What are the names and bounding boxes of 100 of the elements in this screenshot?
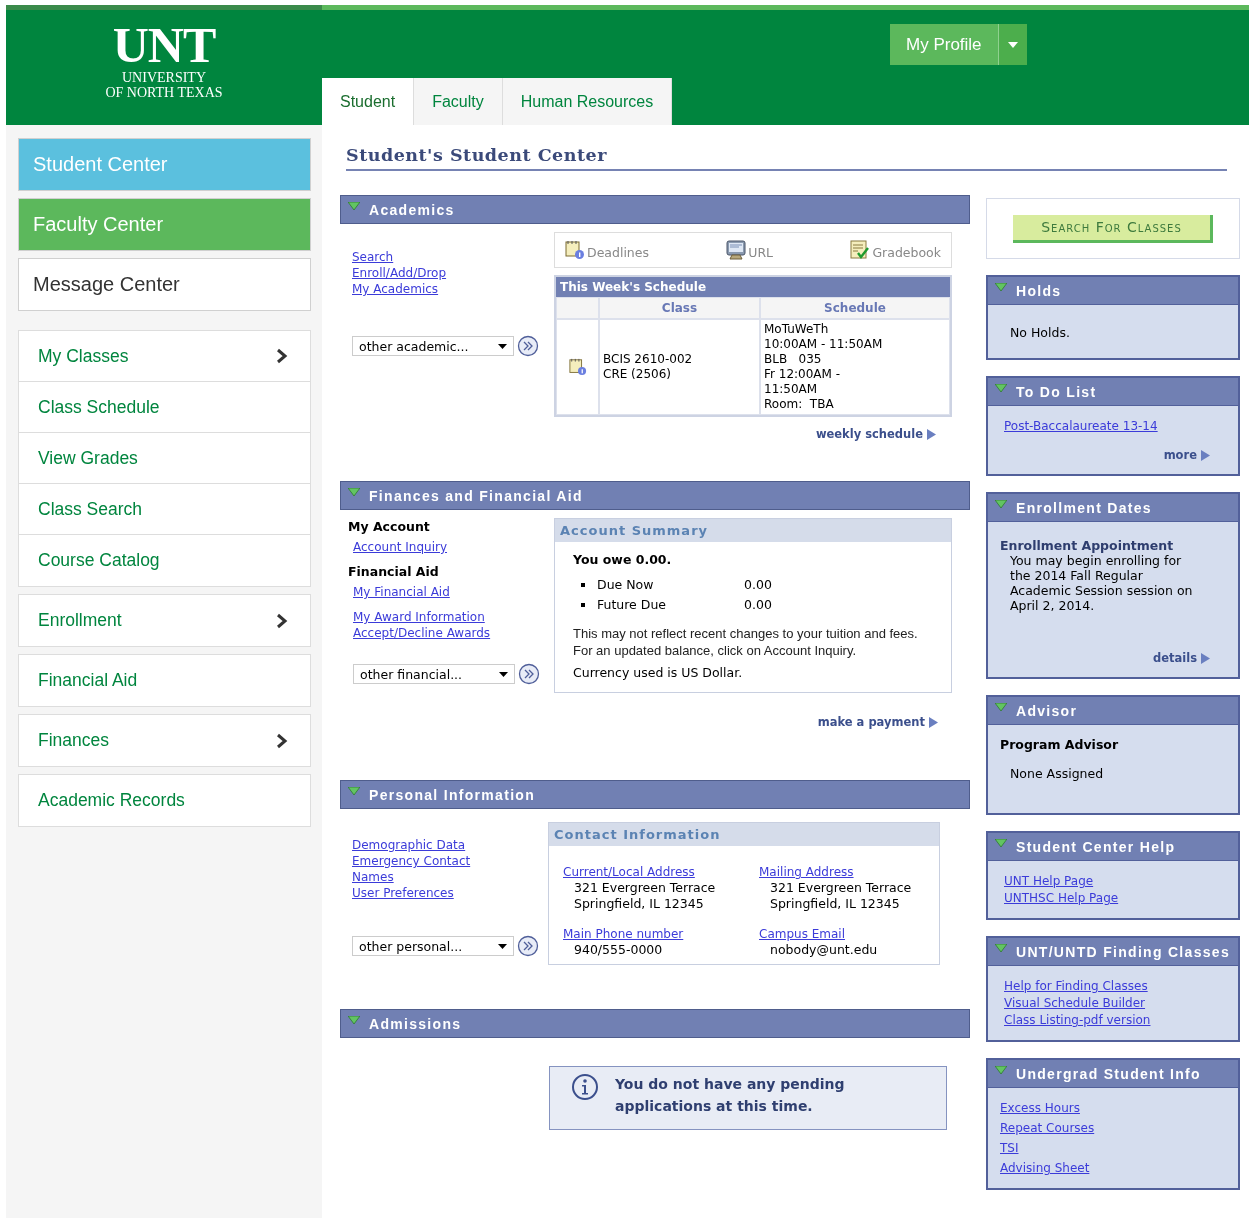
link[interactable]: My Academics [352,281,439,297]
link[interactable]: Demographic Data [352,837,466,853]
more-link[interactable]: more [1163,448,1210,462]
play-arrow-icon [1201,652,1210,664]
column-header: Class [599,297,760,319]
link[interactable]: Class Listing-pdf version [1004,1012,1151,1028]
collapse-triangle-icon[interactable] [995,1066,1007,1075]
link[interactable]: UNTHSC Help Page [1004,890,1119,906]
link[interactable]: My Award Information [353,609,485,625]
link[interactable]: Advising Sheet [1000,1160,1090,1176]
tool-link[interactable]: URL [726,240,774,260]
center-button[interactable]: Message Center [18,258,311,311]
dropdown[interactable]: other academic... [352,336,514,356]
link[interactable]: Repeat Courses [1000,1120,1095,1136]
more-link[interactable]: details [1152,651,1210,665]
tab[interactable]: Student [322,78,415,125]
monitor-icon [726,240,747,260]
contact-value: 321 Evergreen Terrace [573,880,717,896]
go-icon[interactable] [518,663,540,685]
link[interactable]: Help for Finding Classes [1004,978,1148,994]
link[interactable]: Enroll/Add/Drop [352,265,447,281]
panel-title: Contact Information [549,823,939,846]
section-title: Academics [369,201,455,218]
dropdown[interactable]: other personal... [352,936,514,956]
tab[interactable]: Human Resources [502,78,673,125]
collapse-triangle-icon[interactable] [348,488,360,497]
column-header: Schedule [760,297,950,319]
contact-value: 321 Evergreen Terrace [769,880,913,896]
contact-value: 940/555-0000 [573,942,664,958]
pagelet-title: Enrollment Dates [1016,499,1152,516]
tool-link[interactable]: Gradebook [850,240,941,260]
tab[interactable]: Faculty [414,78,503,125]
link[interactable]: Names [352,869,394,885]
link[interactable]: TSI [1000,1140,1019,1156]
contact-value: Springfield, IL 12345 [573,896,705,912]
contact-value: Springfield, IL 12345 [769,896,901,912]
collapse-triangle-icon[interactable] [995,384,1007,393]
profile-menu-button[interactable] [997,24,1027,65]
play-arrow-icon [929,716,938,728]
link[interactable]: Mailing Address [759,864,854,880]
link[interactable]: User Preferences [352,885,454,901]
more-link[interactable]: weekly schedule [815,427,936,441]
pagelet-title: UNT/UNTD Finding Classes [1016,943,1230,960]
pagelet-title: Advisor [1016,702,1078,719]
more-link[interactable]: make a payment [817,715,938,729]
link[interactable]: Emergency Contact [352,853,471,869]
dropdown[interactable]: other financial... [353,664,515,684]
due-amount: 0.00 [744,596,772,614]
dropdown-caret-icon [498,943,507,949]
pagelet-text: You may begin enrolling for the 2014 Fall Regular Academic Session session on April 2, 2014. [1009,553,1194,613]
collapse-triangle-icon[interactable] [995,839,1007,848]
link[interactable]: Accept/Decline Awards [353,625,491,641]
pagelet-heading: Enrollment Appointment [1000,538,1175,553]
caret-icon [1007,41,1018,48]
link[interactable]: Account Inquiry [353,539,447,555]
section-title: Personal Information [369,786,536,803]
collapse-triangle-icon[interactable] [348,202,360,211]
section-title: Finances and Financial Aid [369,487,583,504]
link[interactable]: Search [352,249,394,265]
link[interactable]: Visual Schedule Builder [1004,995,1146,1011]
currency-text: Currency used is US Dollar. [573,665,744,680]
tool-link[interactable]: Deadlines [565,240,649,260]
link[interactable]: Current/Local Address [563,864,695,880]
table-cell: MoTuWeTh 10:00AM - 11:50AM BLB 035 Fr 12:00AM - 11:50AM Room: TBA [760,319,950,415]
group-heading: My Account [348,519,431,534]
collapse-triangle-icon[interactable] [995,283,1007,292]
table-title: This Week's Schedule [556,277,950,297]
calendar-info-icon [565,240,585,260]
collapse-triangle-icon[interactable] [995,703,1007,712]
pagelet-text: None Assigned [1009,766,1105,781]
due-label: Due Now [597,576,655,594]
go-icon[interactable] [517,935,539,957]
pagelet-text: No Holds. [1009,324,1071,342]
link[interactable]: Main Phone number [563,926,684,942]
pagelet-title: To Do List [1016,383,1097,400]
link[interactable]: Campus Email [759,926,845,942]
contact-value: nobody@unt.edu [769,942,879,958]
info-icon [571,1073,599,1101]
calendar-info-icon [568,358,587,376]
pagelet-title: Undergrad Student Info [1016,1065,1201,1082]
panel-title: Account Summary [555,519,951,542]
play-arrow-icon [927,428,936,440]
link[interactable]: UNT Help Page [1004,873,1094,889]
balance-text: You owe 0.00. [573,552,673,567]
checklist-icon [850,240,871,260]
info-message: You do not have any pending applications at this time. [615,1075,846,1116]
search-classes-button[interactable]: Search For Classes [1013,214,1213,243]
collapse-triangle-icon[interactable] [995,500,1007,509]
dropdown-caret-icon [499,671,508,677]
link[interactable]: Excess Hours [1000,1100,1080,1116]
pagelet-heading: Program Advisor [1000,737,1120,752]
collapse-triangle-icon[interactable] [348,787,360,796]
go-icon[interactable] [517,335,539,357]
collapse-triangle-icon[interactable] [348,1016,360,1025]
due-amount: 0.00 [744,576,772,594]
link[interactable]: My Financial Aid [353,584,450,600]
link[interactable]: Post-Baccalaureate 13-14 [1004,418,1158,434]
collapse-triangle-icon[interactable] [995,944,1007,953]
balance-note: This may not reflect recent changes to your tuition and fees. For an updated balance, click on Account Inquiry. [573,625,919,659]
pagelet-title: Student Center Help [1016,838,1176,855]
